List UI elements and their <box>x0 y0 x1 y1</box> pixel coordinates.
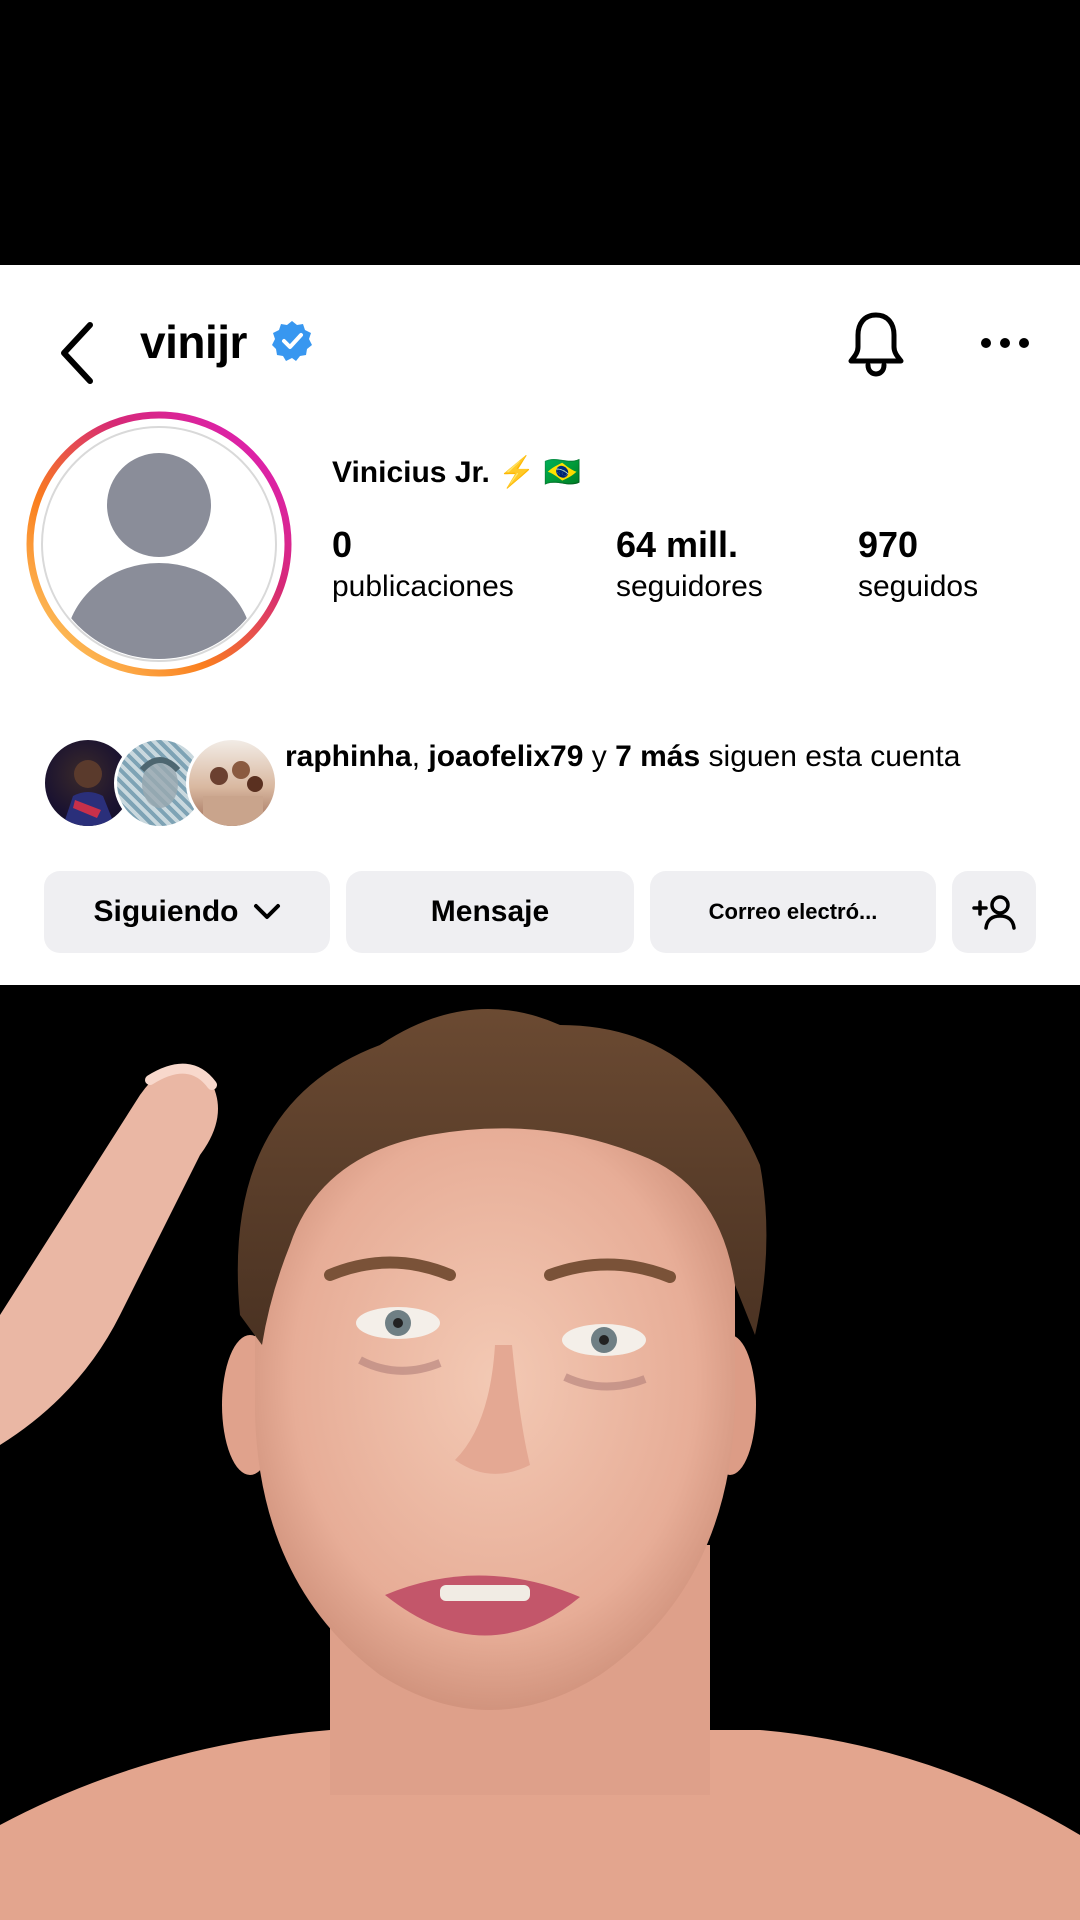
display-name-text: Vinicius Jr. <box>332 456 490 489</box>
followers-label: seguidores <box>616 570 763 603</box>
add-person-icon <box>972 895 1016 930</box>
mutual-sep: , <box>411 740 429 773</box>
verified-badge-icon <box>272 321 312 361</box>
following-label: seguidos <box>858 570 979 603</box>
following-button[interactable]: Siguiendo <box>44 871 330 953</box>
presenter-image <box>0 1009 1080 1920</box>
mutual-followers-text[interactable]: raphinha, joaofelix79 y 7 más siguen est… <box>285 735 1025 778</box>
posts-count: 0 <box>332 524 353 565</box>
stat-followers[interactable]: 64 mill. seguidores <box>616 525 763 609</box>
mutual-user-2[interactable]: joaofelix79 <box>428 740 583 773</box>
message-label: Mensaje <box>430 895 550 928</box>
profile-header: vinijr <box>0 265 1080 415</box>
mutual-avatar-photo <box>203 761 263 826</box>
email-label: Correo electró... <box>708 899 878 924</box>
profile-display-name: Vinicius Jr. ⚡ 🇧🇷 <box>332 455 581 490</box>
bell-icon[interactable] <box>844 307 908 379</box>
mutual-mid: y <box>583 740 616 773</box>
followers-count: 64 mill. <box>616 524 739 565</box>
video-presenter-frame <box>0 985 1080 1920</box>
profile-username: vinijr <box>140 316 247 368</box>
mutual-user-1[interactable]: raphinha <box>285 740 412 773</box>
video-top-letterbox <box>0 0 1080 265</box>
following-count: 970 <box>858 524 919 565</box>
stat-posts[interactable]: 0 publicaciones <box>332 525 514 609</box>
mutual-tail: siguen esta cuenta <box>700 740 961 773</box>
stat-following[interactable]: 970 seguidos <box>858 525 978 609</box>
more-options-icon[interactable] <box>978 325 1032 361</box>
email-button[interactable]: Correo electró... <box>650 871 936 953</box>
suggest-people-button[interactable] <box>952 871 1036 953</box>
profile-avatar[interactable] <box>26 411 292 677</box>
mutual-more[interactable]: 7 más <box>615 740 700 773</box>
name-emojis: ⚡ 🇧🇷 <box>498 456 582 489</box>
instagram-profile-screenshot: vinijr Vinicius Jr. ⚡ 🇧🇷 0 publicaciones… <box>0 265 1080 985</box>
mutual-followers-avatars[interactable] <box>42 737 278 829</box>
following-label: Siguiendo <box>93 895 239 928</box>
back-arrow-icon[interactable] <box>54 313 104 393</box>
mutual-avatar <box>186 737 278 829</box>
chevron-down-icon <box>253 904 280 919</box>
message-button[interactable]: Mensaje <box>346 871 634 953</box>
posts-label: publicaciones <box>332 570 514 603</box>
